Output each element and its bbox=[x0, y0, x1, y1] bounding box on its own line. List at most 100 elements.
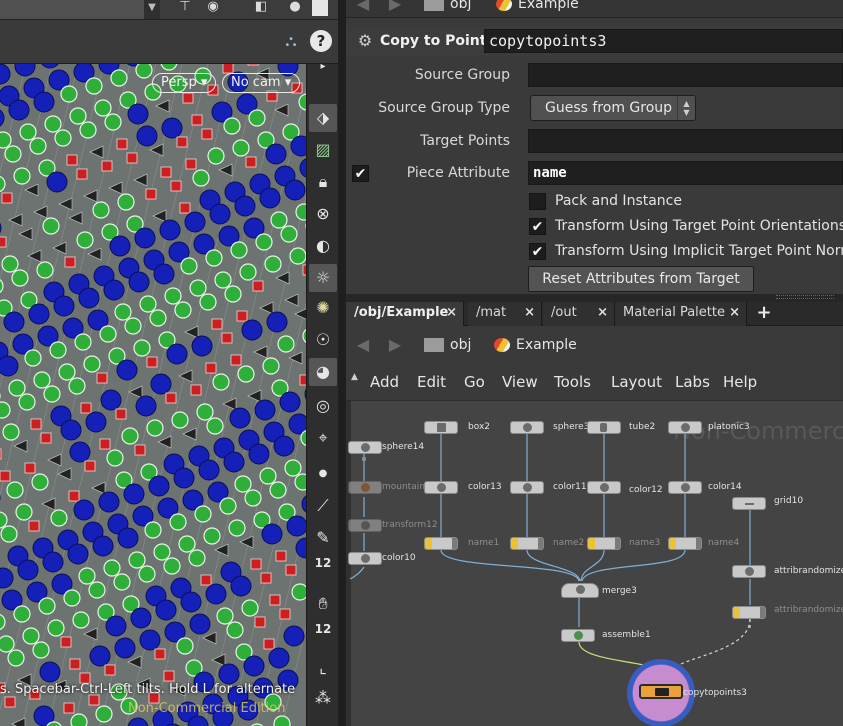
node-color10[interactable] bbox=[348, 552, 382, 565]
menu-layout[interactable]: Layout bbox=[611, 373, 662, 391]
camera-menu-button[interactable]: No cam ▾ bbox=[222, 73, 301, 93]
transform-orientations-checkbox[interactable]: ✔ bbox=[529, 218, 546, 235]
handles-icon[interactable]: ⁂ bbox=[309, 684, 337, 712]
node-sphere3[interactable] bbox=[510, 421, 544, 434]
tab-mat[interactable]: /mat × bbox=[468, 302, 542, 326]
ghost-icon[interactable]: ⊗ bbox=[309, 200, 337, 228]
hand-icon[interactable]: ✋︎ bbox=[309, 590, 337, 618]
triangle-up-icon[interactable]: ▲ bbox=[351, 372, 358, 382]
node-assemble1[interactable] bbox=[561, 629, 595, 642]
display-options-icon[interactable]: ⛬ bbox=[280, 31, 302, 51]
node-box2[interactable] bbox=[424, 421, 458, 434]
select-mode-icon[interactable]: ⬗ bbox=[309, 104, 337, 132]
node-color11[interactable] bbox=[510, 481, 544, 494]
instance-shape bbox=[133, 173, 148, 187]
tab-material-palette[interactable]: Material Palette × bbox=[615, 302, 747, 326]
menu-tools[interactable]: Tools bbox=[554, 373, 591, 391]
menu-help[interactable]: Help bbox=[723, 373, 757, 391]
pack-and-instance-checkbox[interactable] bbox=[529, 193, 546, 210]
light-bulb-icon[interactable]: ☼ bbox=[309, 264, 337, 292]
node-name1[interactable] bbox=[424, 537, 458, 550]
camera-icon[interactable]: ⌖ bbox=[309, 424, 337, 452]
node-attribrandomize-b[interactable] bbox=[732, 606, 766, 619]
help-icon[interactable]: ? bbox=[310, 30, 332, 52]
breadcrumb-network[interactable]: Example bbox=[494, 338, 577, 356]
forward-arrow-icon[interactable]: ▶ bbox=[384, 0, 406, 14]
divider-grip[interactable] bbox=[776, 295, 834, 299]
node-tube2[interactable] bbox=[587, 421, 621, 434]
tab-out[interactable]: /out × bbox=[543, 302, 615, 326]
menu-go[interactable]: Go bbox=[464, 373, 485, 391]
breadcrumb-network[interactable]: Example bbox=[496, 0, 579, 15]
source-group-type-menu[interactable]: Guess from Group ▲ ▼ bbox=[530, 95, 696, 121]
back-arrow-icon[interactable]: ◀ bbox=[352, 337, 374, 355]
chevron-down-icon[interactable]: ▼ bbox=[144, 0, 160, 19]
piece-attribute-field[interactable]: name bbox=[528, 161, 843, 185]
viewport-scene[interactable] bbox=[0, 64, 306, 726]
camera-lens-icon[interactable]: ◐ bbox=[309, 232, 337, 260]
instance-shape bbox=[126, 152, 138, 164]
visibility-icon[interactable]: ◎ bbox=[309, 392, 337, 420]
mountain-icon bbox=[361, 483, 370, 492]
snap-points-counter[interactable]: 12 bbox=[309, 556, 337, 584]
node-name2[interactable] bbox=[510, 537, 544, 550]
point-icon[interactable]: ● bbox=[309, 460, 337, 488]
instance-shape bbox=[0, 279, 4, 293]
node-name3[interactable] bbox=[587, 537, 621, 550]
add-tab-button[interactable]: + bbox=[754, 302, 774, 326]
node-platonic3[interactable] bbox=[668, 421, 702, 434]
back-arrow-icon[interactable]: ◀ bbox=[352, 0, 374, 14]
gear-icon[interactable]: ⚙ bbox=[354, 31, 376, 53]
shading-mode-icon[interactable]: ◕ bbox=[309, 358, 337, 386]
shading-icon[interactable]: ● bbox=[286, 0, 304, 16]
node-merge3[interactable] bbox=[561, 583, 599, 598]
tab-obj-example[interactable]: /obj/Example × bbox=[346, 302, 464, 326]
source-group-field[interactable] bbox=[528, 63, 843, 87]
menu-edit[interactable]: Edit bbox=[417, 373, 446, 391]
pane-divider[interactable] bbox=[346, 294, 843, 302]
light-icon[interactable]: ✺ bbox=[309, 294, 337, 322]
menu-labs[interactable]: Labs bbox=[675, 373, 710, 391]
node-color12[interactable] bbox=[587, 481, 621, 494]
node-color14[interactable] bbox=[668, 481, 702, 494]
node-name-field[interactable]: copytopoints3 bbox=[484, 29, 843, 53]
grid-corner-icon[interactable]: ⌞ bbox=[309, 654, 337, 682]
instance-shape bbox=[42, 217, 60, 235]
node-sphere14[interactable] bbox=[348, 441, 382, 454]
node-transform12[interactable] bbox=[348, 519, 382, 532]
close-icon[interactable]: × bbox=[597, 302, 608, 324]
node-grid10[interactable] bbox=[732, 497, 766, 510]
background-icon[interactable] bbox=[312, 0, 328, 16]
node-name4[interactable] bbox=[668, 537, 702, 550]
view-menu-button[interactable]: Persp ▾ bbox=[152, 73, 217, 93]
pointer-icon[interactable]: ⊤ bbox=[176, 0, 194, 16]
transform-normals-checkbox[interactable]: ✔ bbox=[529, 243, 546, 260]
snap-prims-counter[interactable]: 12 bbox=[309, 622, 337, 650]
reset-attributes-button[interactable]: Reset Attributes from Target bbox=[528, 266, 754, 292]
menu-view[interactable]: View bbox=[502, 373, 538, 391]
target-icon[interactable]: ◉ bbox=[204, 0, 222, 16]
light-link-icon[interactable]: ☉ bbox=[309, 326, 337, 354]
target-points-field[interactable] bbox=[528, 129, 843, 153]
close-icon[interactable]: × bbox=[446, 302, 457, 324]
node-attribrandomize-a[interactable] bbox=[732, 565, 766, 578]
close-icon[interactable]: × bbox=[524, 302, 535, 324]
instance-shape bbox=[244, 489, 262, 507]
node-color13[interactable] bbox=[424, 481, 458, 494]
geometry-view-icon[interactable]: ▨ bbox=[309, 136, 337, 164]
node-mountain[interactable] bbox=[348, 481, 382, 494]
close-icon[interactable]: × bbox=[729, 302, 740, 324]
pen-icon[interactable]: ✎ bbox=[309, 524, 337, 552]
lock-icon[interactable]: 🔒︎ bbox=[309, 168, 337, 196]
menu-add[interactable]: Add bbox=[370, 373, 399, 391]
cube-icon[interactable]: ◧ bbox=[252, 0, 270, 16]
breadcrumb-context[interactable]: obj bbox=[424, 0, 471, 15]
brush-icon[interactable]: ⟋ bbox=[309, 492, 337, 520]
viewport-top-field[interactable] bbox=[0, 0, 160, 19]
triangle-right-icon[interactable]: ▸ bbox=[309, 62, 337, 74]
network-canvas[interactable]: Non-Commercial bbox=[346, 400, 843, 726]
breadcrumb-context[interactable]: obj bbox=[424, 338, 471, 356]
pane-splitter[interactable] bbox=[338, 0, 346, 726]
instance-shape bbox=[273, 435, 295, 457]
forward-arrow-icon[interactable]: ▶ bbox=[384, 337, 406, 355]
